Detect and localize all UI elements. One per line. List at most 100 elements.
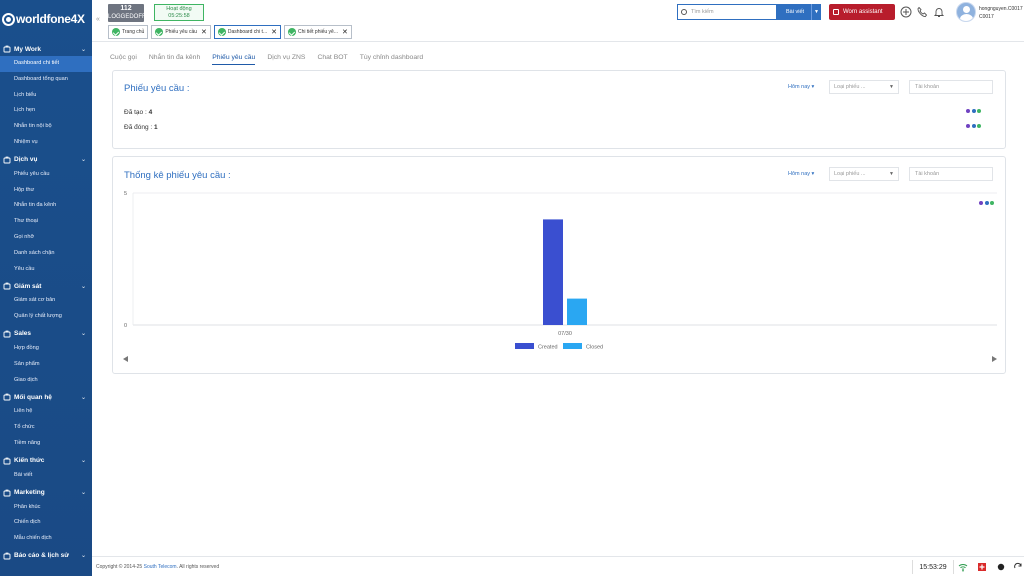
tab-tuy-chinh-dashboard[interactable]: Tùy chỉnh dashboard: [360, 54, 423, 65]
sidebar-section-label: Marketing: [14, 489, 45, 497]
sidebar-item-san-pham[interactable]: Sản phẩm: [0, 357, 92, 373]
sidebar-item-giam-sat-co-ban[interactable]: Giám sát cơ bản: [0, 293, 92, 309]
summary-ticket-type-placeholder: Loại phiếu ...: [834, 84, 866, 90]
sidebar-item-nhan-tin-da-kenh[interactable]: Nhắn tin đa kênh: [0, 198, 92, 214]
record-icon[interactable]: [996, 562, 1006, 572]
company-link[interactable]: South Telecom: [144, 564, 177, 570]
alert-icon[interactable]: [977, 562, 987, 572]
sidebar-item-phieu-yeu-cau[interactable]: Phiếu yêu cầu: [0, 167, 92, 183]
close-icon[interactable]: ✕: [342, 28, 348, 36]
tab-cuoc-goi[interactable]: Cuộc gọi: [110, 54, 137, 65]
closed-stat: Đã đóng : 1: [124, 124, 158, 131]
tab-phieu-yeu-cau[interactable]: Phiếu yêu cầu: [212, 54, 256, 65]
ticket-stats-chart-card: Thống kê phiếu yêu cầu : Hôm nay ▾ Loại …: [112, 156, 1006, 374]
created-stat: Đã tạo : 4: [124, 109, 152, 116]
legend-label-created[interactable]: Created: [538, 345, 558, 351]
sidebar-item-giao-dich[interactable]: Giao dịch: [0, 373, 92, 389]
assistant-icon: [833, 9, 839, 15]
search-box[interactable]: Tìm kiếm: [677, 4, 777, 20]
brand-logo[interactable]: worldfone4X: [0, 0, 92, 38]
sidebar-item-goi-nho[interactable]: Gọi nhỡ: [0, 230, 92, 246]
sidebar-item-quan-ly-chat-luong[interactable]: Quản lý chất lượng: [0, 309, 92, 325]
sidebar-section-kien-thuc[interactable]: Kiến thức ⌄: [0, 454, 92, 468]
sidebar-nav: My Work ⌄ Dashboard chi tiết Dashboard tổng…: [0, 38, 92, 563]
chevron-down-icon: ⌄: [80, 46, 86, 53]
sidebar-item-danh-sach-chan[interactable]: Danh sách chặn: [0, 246, 92, 262]
sidebar-section-dich-vu[interactable]: Dịch vụ ⌄: [0, 153, 92, 167]
main-content: Cuộc gọi Nhắn tin đa kênh Phiếu yêu cầu Dịc…: [92, 42, 1024, 556]
scroll-right-icon[interactable]: [992, 356, 997, 362]
sidebar-section-giam-sat[interactable]: Giám sát ⌄: [0, 279, 92, 293]
sidebar-item-hop-thu[interactable]: Hộp thư: [0, 183, 92, 199]
search-input[interactable]: Tìm kiếm: [691, 9, 714, 15]
legend-swatch-closed[interactable]: [563, 343, 582, 349]
close-icon[interactable]: ✕: [271, 28, 277, 36]
sidebar-item-tiem-nang[interactable]: Tiềm năng: [0, 436, 92, 452]
sidebar-section-sales[interactable]: Sales ⌄: [0, 327, 92, 341]
more-dots-icon[interactable]: [966, 124, 981, 128]
page-tab-phieu-yeu-cau[interactable]: Phiếu yêu cầu ✕: [151, 25, 211, 39]
close-icon[interactable]: ✕: [201, 28, 207, 36]
sidebar-section-moi-quan-he[interactable]: Mối quan hệ ⌄: [0, 390, 92, 404]
closed-stat-value: 1: [154, 124, 158, 131]
tab-nhan-tin-da-kenh[interactable]: Nhắn tin đa kênh: [149, 54, 200, 65]
assistant-button[interactable]: Worn assistant: [829, 4, 895, 20]
phone-icon[interactable]: [916, 6, 928, 18]
sidebar-item-to-chuc[interactable]: Tổ chức: [0, 420, 92, 436]
summary-period-filter[interactable]: Hôm nay ▾: [788, 84, 814, 90]
copyright-prefix: Copyright © 2014-25: [96, 564, 143, 570]
user-code: C0017: [979, 14, 994, 20]
sidebar-section-my-work[interactable]: My Work ⌄: [0, 42, 92, 56]
scroll-left-icon[interactable]: [123, 356, 128, 362]
sidebar-item-dashboard-tong-quan[interactable]: Dashboard tổng quan: [0, 72, 92, 88]
extension-status-box[interactable]: 112 LOGGEDOFF: [108, 4, 146, 22]
search-type-select[interactable]: Bài viết ▼: [777, 4, 821, 20]
sidebar-section-marketing[interactable]: Marketing ⌄: [0, 486, 92, 500]
page-tab-chi-tiet-phieu-ye[interactable]: Chi tiết phiếu yê... ✕: [283, 25, 352, 39]
sidebar-item-hop-dong[interactable]: Hợp đồng: [0, 341, 92, 357]
service-icon: [3, 156, 11, 164]
activity-status-box[interactable]: Hoạt động 05:25:58: [154, 4, 204, 21]
sidebar-section-bao-cao-lich-su[interactable]: Báo cáo & lịch sử ⌄: [0, 549, 92, 563]
bar-closed[interactable]: [567, 298, 587, 325]
legend-label-closed[interactable]: Closed: [586, 345, 603, 351]
more-dots-icon[interactable]: [966, 109, 981, 113]
sidebar-item-lich-hen[interactable]: Lịch hẹn: [0, 103, 92, 119]
collapse-sidebar-icon[interactable]: «: [96, 16, 100, 23]
sidebar-item-bai-viet[interactable]: Bài viết: [0, 468, 92, 484]
tab-dich-vu-zns[interactable]: Dịch vụ ZNS: [267, 54, 305, 65]
page-tab-trang-chu[interactable]: Trang chủ: [108, 25, 149, 39]
sidebar-item-lich-bieu[interactable]: Lịch biểu: [0, 88, 92, 104]
sidebar-item-phan-khuc[interactable]: Phân khúc: [0, 500, 92, 516]
legend-swatch-created[interactable]: [515, 343, 534, 349]
user-info[interactable]: hongnguyen.C0017 C0017: [979, 5, 1024, 21]
check-circle-icon: [287, 28, 296, 36]
caret-down-icon: ▼: [889, 84, 894, 90]
extension-status: LOGGEDOFF: [108, 14, 146, 20]
chevron-down-icon: ⌄: [80, 458, 86, 465]
y-tick-label: 0: [124, 323, 127, 329]
dot: [977, 124, 981, 128]
bell-icon[interactable]: [933, 6, 945, 18]
user-avatar[interactable]: [956, 2, 976, 22]
refresh-icon[interactable]: [1013, 562, 1023, 572]
sidebar-item-mau-chien-dich[interactable]: Mẫu chiến dịch: [0, 531, 92, 547]
chevron-down-icon: ⌄: [80, 394, 86, 401]
bar-created[interactable]: [543, 219, 563, 325]
summary-ticket-type-select[interactable]: Loại phiếu ... ▼: [829, 80, 899, 94]
sidebar-item-nhan-tin-noi-bo[interactable]: Nhắn tin nội bộ: [0, 119, 92, 135]
summary-account-input[interactable]: Tài khoản: [909, 80, 993, 94]
add-circle-icon[interactable]: [900, 6, 912, 18]
sidebar-item-thu-thoai[interactable]: Thư thoại: [0, 214, 92, 230]
sidebar-item-yeu-cau[interactable]: Yêu cầu: [0, 262, 92, 278]
closed-stat-label: Đã đóng :: [124, 124, 153, 131]
sidebar-section-label: Mối quan hệ: [14, 393, 52, 401]
sidebar-item-chien-dich[interactable]: Chiến dịch: [0, 515, 92, 531]
sidebar-item-lien-he[interactable]: Liên hệ: [0, 404, 92, 420]
dot: [977, 109, 981, 113]
page-tab-dashboard-chi-t[interactable]: Dashboard chi t... ✕: [213, 25, 281, 39]
sidebar-item-nhiem-vu[interactable]: Nhiệm vụ: [0, 135, 92, 151]
tab-chat-bot[interactable]: Chat BOT: [317, 54, 347, 65]
sidebar-section-label: Báo cáo & lịch sử: [14, 552, 69, 560]
sidebar-item-dashboard-chi-tiet[interactable]: Dashboard chi tiết: [0, 56, 92, 72]
